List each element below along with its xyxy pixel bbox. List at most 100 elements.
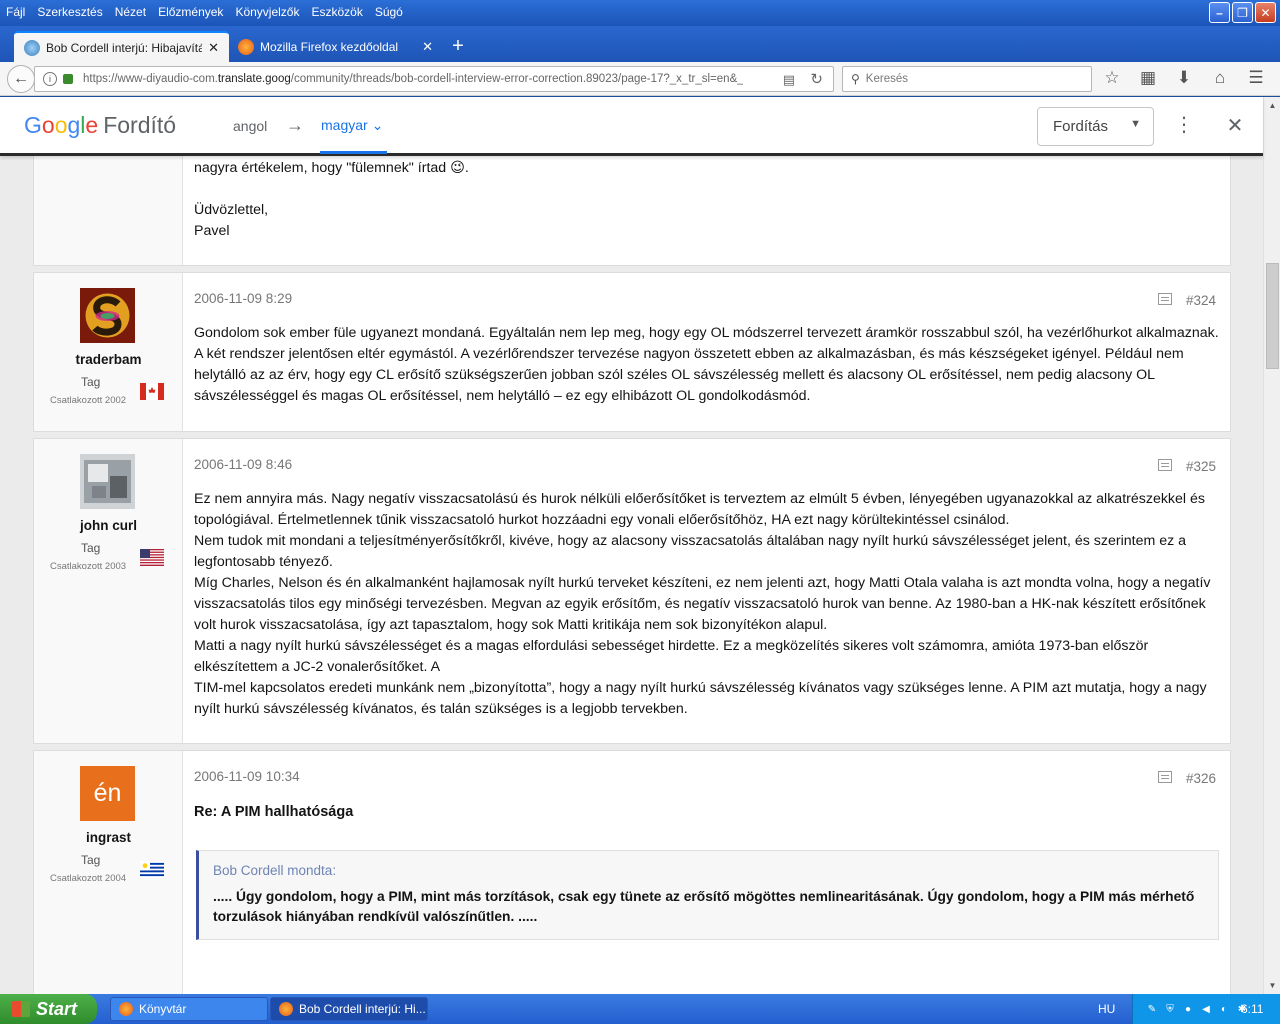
- post-body: Ez nem annyira más. Nagy negatív visszac…: [194, 489, 1224, 720]
- caret-down-icon: ▼: [1130, 118, 1141, 130]
- post-number[interactable]: #326: [1186, 771, 1216, 786]
- uruguay-flag-icon: [140, 861, 164, 878]
- new-tab-button[interactable]: +: [444, 32, 472, 60]
- display-icon[interactable]: ◐: [1217, 1002, 1231, 1016]
- ingrast-avatar[interactable]: én: [80, 766, 135, 821]
- security-shield-icon[interactable]: ⛨: [1163, 1002, 1177, 1016]
- nav-bar: ← i https://www-diyaudio-com.translate.g…: [0, 62, 1280, 96]
- hamburger-menu-icon[interactable]: ☰: [1244, 68, 1268, 88]
- network-icon[interactable]: ✎: [1145, 1002, 1159, 1016]
- post-326: én ingrast Tag Csatlakozott 2004 2006-11…: [33, 750, 1231, 994]
- menu-edit[interactable]: Szerkesztés: [31, 0, 108, 19]
- language-indicator[interactable]: HU: [1098, 1002, 1115, 1016]
- post-paragraph: Matti a nagy nyílt hurkú sávszélességet …: [194, 638, 1149, 675]
- download-icon[interactable]: ⬇: [1172, 68, 1196, 88]
- close-window-button[interactable]: ✕: [1255, 2, 1276, 23]
- bookmark-star-icon[interactable]: ☆: [1100, 68, 1124, 88]
- target-language[interactable]: magyar ⌄: [321, 117, 383, 134]
- home-icon[interactable]: ⌂: [1208, 68, 1232, 88]
- close-tab-icon[interactable]: ✕: [208, 40, 219, 56]
- tab-bob-cordell[interactable]: Bob Cordell interjú: Hibajavítá... ✕: [14, 31, 229, 62]
- taskbar-item-library[interactable]: Könyvtár: [110, 997, 268, 1021]
- page-scrollbar[interactable]: ▲ ▼: [1263, 97, 1280, 994]
- firefox-icon: [238, 38, 254, 55]
- username[interactable]: ingrast: [34, 830, 183, 845]
- thread-content: nagyra értékelem, hogy "fülemnek" írtad …: [0, 156, 1263, 994]
- system-tray: ✎ ⛨ ● ◀ ◐ ✱ 6:11: [1132, 994, 1280, 1024]
- post-325: john curl Tag Csatlakozott 2003 2006-11-…: [33, 438, 1231, 744]
- toolbar-icons: ☆ ▦ ⬇ ⌂ ☰: [1100, 68, 1268, 88]
- antivirus-icon[interactable]: ●: [1181, 1002, 1195, 1016]
- scroll-up-arrow-icon[interactable]: ▲: [1264, 97, 1280, 114]
- collapse-icon[interactable]: ✕: [1224, 113, 1246, 138]
- quote-author[interactable]: Bob Cordell mondta:: [213, 863, 1204, 878]
- minimize-button[interactable]: –: [1209, 2, 1230, 23]
- google-translate-bar: Google Fordító angol → magyar ⌄ Fordítás …: [0, 97, 1263, 156]
- translation-mode-select[interactable]: Fordítás ▼: [1037, 107, 1154, 146]
- clock[interactable]: 6:11: [1241, 1002, 1263, 1016]
- start-button[interactable]: Start: [0, 994, 97, 1024]
- more-options-icon[interactable]: ⋮: [1174, 112, 1194, 137]
- restore-button[interactable]: ❐: [1232, 2, 1253, 23]
- post-partial: nagyra értékelem, hogy "fülemnek" írtad …: [33, 156, 1231, 266]
- tab-strip: Bob Cordell interjú: Hibajavítá... ✕ Moz…: [0, 26, 1280, 62]
- taskbar-item-firefox[interactable]: Bob Cordell interjú: Hi...: [270, 997, 428, 1021]
- reload-icon[interactable]: ↻: [810, 70, 823, 88]
- url-text[interactable]: https://www-diyaudio-com.translate.goog/…: [83, 73, 743, 85]
- post-324: traderbam Tag Csatlakozott 2002 2006-11-…: [33, 272, 1231, 432]
- tab-title: Mozilla Firefox kezdőoldal: [260, 39, 399, 54]
- arrow-right-icon: →: [286, 115, 304, 135]
- joined-date: Csatlakozott 2004: [50, 873, 127, 884]
- user-title: Tag: [81, 541, 101, 555]
- info-icon[interactable]: i: [43, 72, 57, 86]
- share-icon[interactable]: [1158, 293, 1172, 305]
- post-paragraph: Míg Charles, Nelson és én alkalmanként h…: [194, 575, 1211, 633]
- tab-firefox-home[interactable]: Mozilla Firefox kezdőoldal ✕: [228, 31, 443, 62]
- reader-view-icon[interactable]: ▤: [783, 72, 795, 88]
- tab-title: Bob Cordell interjú: Hibajavítá...: [46, 40, 203, 55]
- menu-file[interactable]: Fájl: [0, 0, 31, 19]
- window-controls: – ❐ ✕: [1209, 2, 1276, 23]
- post-paragraph: Nem tudok mit mondani a teljesítményerős…: [194, 533, 1187, 570]
- back-button[interactable]: ←: [7, 65, 35, 93]
- firefox-icon: [119, 1002, 133, 1016]
- menu-help[interactable]: Súgó: [369, 0, 409, 19]
- scroll-thumb[interactable]: [1266, 263, 1279, 369]
- source-language[interactable]: angol: [233, 118, 267, 134]
- menu-history[interactable]: Előzmények: [152, 0, 229, 19]
- windows-logo-icon: [12, 1001, 30, 1017]
- usa-flag-icon: [140, 549, 164, 566]
- search-placeholder: Keresés: [865, 73, 908, 85]
- quote-text: ..... Úgy gondolom, hogy a PIM, mint más…: [213, 889, 1195, 924]
- share-icon[interactable]: [1158, 771, 1172, 783]
- close-tab-icon[interactable]: ✕: [422, 39, 433, 55]
- scroll-down-arrow-icon[interactable]: ▼: [1264, 977, 1280, 994]
- post-number[interactable]: #325: [1186, 459, 1216, 474]
- menu-view[interactable]: Nézet: [109, 0, 152, 19]
- post-paragraph: TIM-mel kapcsolatos eredeti munkánk nem …: [194, 680, 1207, 717]
- post-body: nagyra értékelem, hogy "fülemnek" írtad …: [194, 160, 469, 239]
- traderbam-avatar[interactable]: [80, 288, 135, 343]
- john-curl-avatar[interactable]: [80, 454, 135, 509]
- lock-icon: [63, 74, 73, 84]
- joined-date: Csatlakozott 2003: [50, 561, 127, 572]
- search-bar[interactable]: ⚲ Keresés: [842, 66, 1092, 92]
- share-icon[interactable]: [1158, 459, 1172, 471]
- post-date[interactable]: 2006-11-09 8:29: [194, 291, 292, 306]
- post-date[interactable]: 2006-11-09 8:46: [194, 457, 292, 472]
- post-paragraph: Ez nem annyira más. Nagy negatív visszac…: [194, 491, 1205, 528]
- google-translate-logo: Google Fordító: [24, 112, 177, 138]
- post-number[interactable]: #324: [1186, 293, 1216, 308]
- post-date[interactable]: 2006-11-09 10:34: [194, 769, 300, 784]
- username[interactable]: traderbam: [34, 352, 183, 367]
- chevron-down-icon: ⌄: [371, 117, 384, 133]
- url-bar[interactable]: i https://www-diyaudio-com.translate.goo…: [34, 66, 834, 92]
- post-userbar: traderbam Tag Csatlakozott 2002: [34, 273, 183, 431]
- menu-bookmarks[interactable]: Könyvjelzők: [229, 0, 305, 19]
- post-body: Gondolom sok ember füle ugyanezt mondaná…: [194, 325, 1219, 404]
- volume-icon[interactable]: ◀: [1199, 1002, 1213, 1016]
- username[interactable]: john curl: [34, 518, 183, 533]
- search-icon: ⚲: [851, 72, 860, 86]
- library-icon[interactable]: ▦: [1136, 68, 1160, 88]
- menu-tools[interactable]: Eszközök: [305, 0, 368, 19]
